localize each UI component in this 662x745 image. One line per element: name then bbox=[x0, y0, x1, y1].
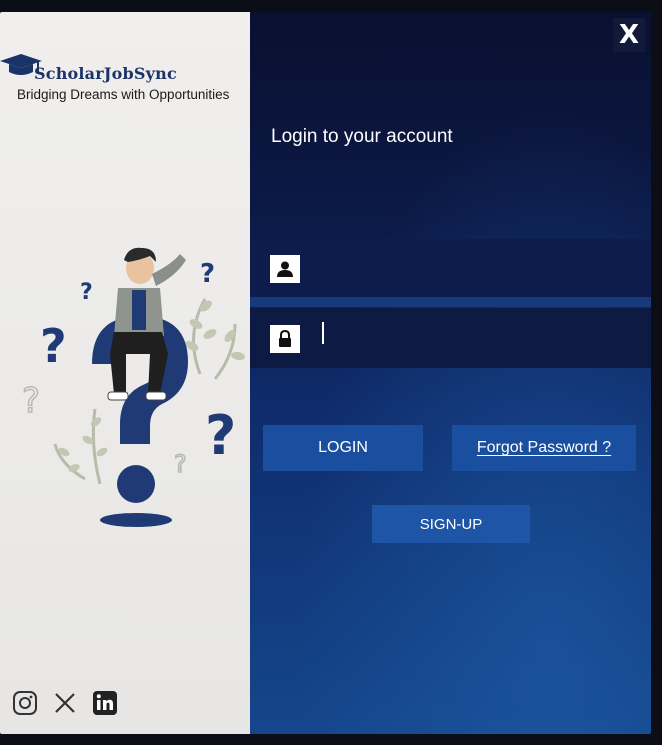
brand-logo: ScholarJobSync bbox=[0, 52, 250, 88]
login-panel: X Login to your account LOGIN Forgot Pas… bbox=[250, 12, 651, 734]
login-window: ScholarJobSync Bridging Dreams with Oppo… bbox=[0, 12, 651, 734]
svg-text:?: ? bbox=[22, 381, 40, 421]
brand-tagline: Bridging Dreams with Opportunities bbox=[17, 87, 230, 102]
svg-text:?: ? bbox=[200, 259, 215, 289]
login-title: Login to your account bbox=[271, 126, 453, 147]
lock-icon bbox=[270, 325, 300, 353]
login-button[interactable]: LOGIN bbox=[263, 425, 423, 471]
password-field[interactable] bbox=[250, 308, 651, 368]
username-field[interactable] bbox=[250, 239, 651, 297]
social-links bbox=[12, 690, 118, 716]
svg-text:?: ? bbox=[205, 404, 236, 467]
field-divider bbox=[250, 297, 651, 307]
confused-person-illustration: ? ? ? ? ? ? bbox=[21, 247, 245, 527]
svg-text:?: ? bbox=[174, 450, 187, 478]
instagram-icon[interactable] bbox=[12, 690, 38, 716]
forgot-password-button[interactable]: Forgot Password ? bbox=[452, 425, 636, 471]
svg-text:?: ? bbox=[80, 280, 93, 305]
svg-text:?: ? bbox=[40, 319, 67, 373]
user-icon bbox=[270, 255, 300, 283]
password-input[interactable] bbox=[316, 318, 630, 360]
signup-button[interactable]: SIGN-UP bbox=[372, 505, 530, 543]
username-input[interactable] bbox=[316, 249, 630, 291]
brand-panel: ScholarJobSync Bridging Dreams with Oppo… bbox=[0, 12, 250, 734]
forgot-password-label: Forgot Password ? bbox=[476, 439, 612, 456]
close-button[interactable]: X bbox=[613, 18, 645, 52]
linkedin-icon[interactable] bbox=[92, 690, 118, 716]
x-icon[interactable] bbox=[52, 690, 78, 716]
brand-name: ScholarJobSync bbox=[34, 64, 177, 83]
